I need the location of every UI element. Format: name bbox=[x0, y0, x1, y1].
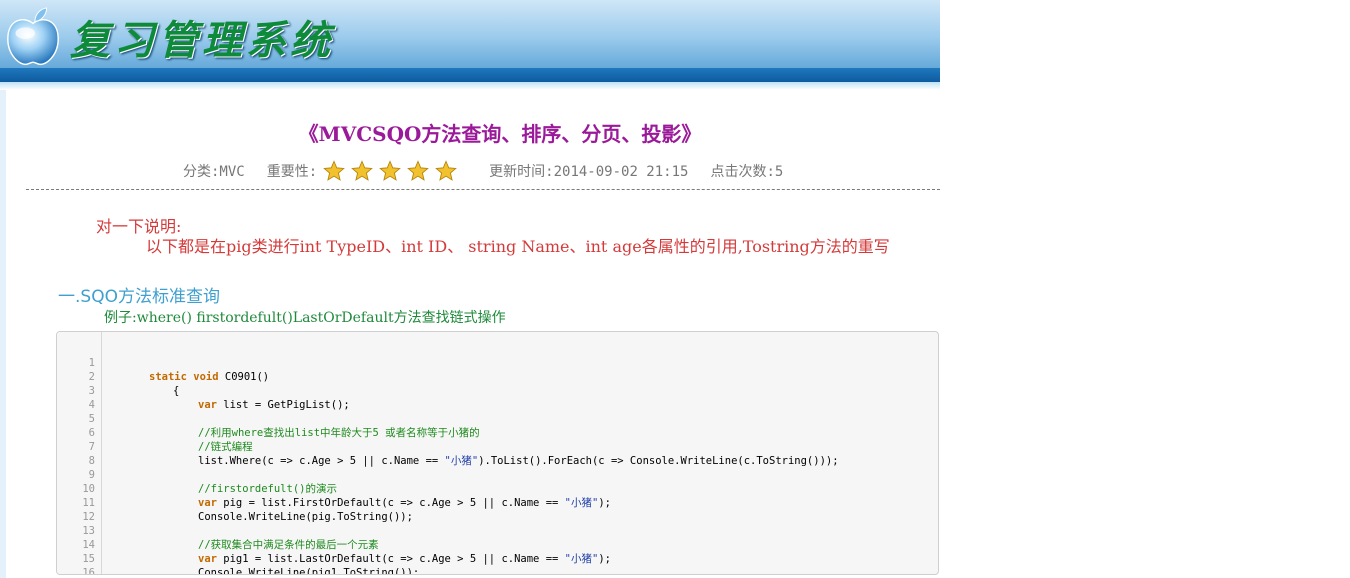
code-block[interactable]: 1 static void C0901() 2 { 3 var list = G… bbox=[56, 331, 939, 575]
star-icon bbox=[435, 160, 458, 181]
banner-bar bbox=[0, 68, 940, 82]
note-heading: 对一下说明: bbox=[96, 217, 182, 236]
code-line: 2 { bbox=[57, 356, 938, 397]
article-title: 《MVCSQO方法查询、排序、分页、投影》 bbox=[298, 122, 702, 146]
code-line: 5 //利用where查找出list中年龄大于5 或者名称等于小猪的 bbox=[57, 398, 938, 439]
star-icon bbox=[351, 160, 374, 181]
header-banner: 复习管理系统 bbox=[0, 0, 940, 82]
importance-label: 重要性: bbox=[266, 164, 318, 180]
article-meta: 分类:MVC 重要性: 更新时间:2014-09-02 21:15 点击次数:5 bbox=[183, 160, 783, 182]
code-line: 7 list.Where(c => c.Age > 5 || c.Name ==… bbox=[57, 426, 938, 467]
site-title: 复习管理系统 bbox=[70, 17, 334, 64]
updated-time: 更新时间:2014-09-02 21:15 bbox=[489, 164, 689, 180]
code-line: 1 static void C0901() bbox=[57, 342, 938, 383]
note-body: 以下都是在pig类进行int TypeID、int ID、 string Nam… bbox=[146, 237, 890, 256]
code-line: 12 bbox=[57, 496, 938, 523]
star-icon bbox=[323, 160, 346, 181]
code-line: 13 //获取集合中满足条件的最后一个元素 bbox=[57, 510, 938, 551]
code-line: 3 var list = GetPigList(); bbox=[57, 370, 938, 411]
code-line: 6 //链式编程 bbox=[57, 412, 938, 453]
code-line: 15 Console.WriteLine(pig1.ToString()); bbox=[57, 538, 938, 574]
code-line: 10 var pig = list.FirstOrDefault(c => c.… bbox=[57, 468, 938, 509]
example-text: 例子:where() firstordefult()LastOrDefault方… bbox=[104, 310, 506, 326]
code-line: 11 Console.WriteLine(pig.ToString()); bbox=[57, 482, 938, 523]
code-line: 8 bbox=[57, 440, 938, 467]
code-line: 4 bbox=[57, 384, 938, 411]
line-number: 16 bbox=[82, 567, 95, 575]
importance-stars bbox=[323, 160, 458, 182]
banner-glow bbox=[0, 82, 940, 90]
dashed-divider bbox=[26, 189, 940, 190]
code-line: 9 //firstordefult()的演示 bbox=[57, 454, 938, 495]
apple-logo-icon bbox=[7, 7, 59, 65]
star-icon bbox=[379, 160, 402, 181]
section-heading: 一.SQO方法标准查询 bbox=[58, 287, 220, 307]
view-count: 点击次数:5 bbox=[710, 164, 784, 180]
content-frame-border bbox=[0, 90, 6, 578]
star-icon bbox=[407, 160, 430, 181]
code-line: 16 } bbox=[57, 552, 938, 574]
category-label: 分类:MVC bbox=[183, 164, 245, 180]
code-line: 14 var pig1 = list.LastOrDefault(c => c.… bbox=[57, 524, 938, 565]
